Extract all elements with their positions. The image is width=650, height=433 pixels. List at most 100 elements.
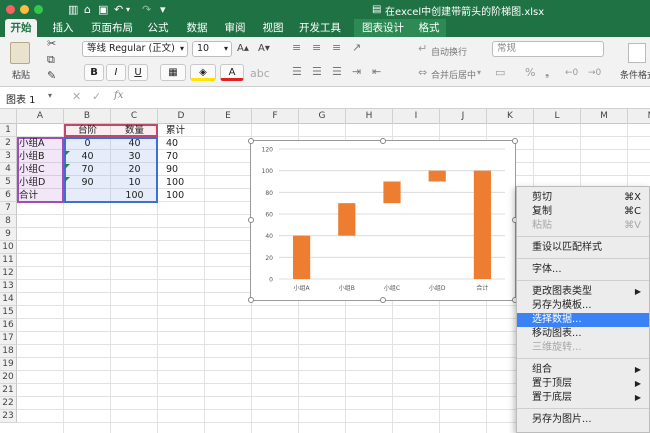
increase-decimal-icon[interactable]: ←0 <box>565 66 578 80</box>
row-header-23[interactable]: 23 <box>0 410 17 423</box>
row-header-20[interactable]: 20 <box>0 371 17 384</box>
row-header-10[interactable]: 10 <box>0 241 17 254</box>
conditional-format-label[interactable]: 条件格式 <box>620 68 650 81</box>
column-header-K[interactable]: K <box>487 109 534 124</box>
menu-item[interactable]: 剪切 ⌘X <box>517 191 649 205</box>
table-cell[interactable]: 40 <box>64 150 111 163</box>
align-middle-icon[interactable]: ≡ <box>312 41 321 55</box>
cancel-icon[interactable]: ✕ <box>72 90 81 103</box>
decrease-decimal-icon[interactable]: →0 <box>588 66 601 80</box>
table-cell[interactable]: 40 <box>166 137 204 150</box>
row-header-13[interactable]: 13 <box>0 280 17 293</box>
menu-item[interactable]: 另存为图片... <box>517 413 649 427</box>
menu-item[interactable]: 移动图表... <box>517 327 649 341</box>
row-header-21[interactable]: 21 <box>0 384 17 397</box>
conditional-format-icon[interactable] <box>628 43 646 63</box>
menu-item[interactable]: 置于底层 ▶ <box>517 391 649 405</box>
tab-1[interactable]: 插入 <box>45 19 81 37</box>
home-icon[interactable]: ⌂ <box>84 3 91 16</box>
indent-icon[interactable]: ⇥ <box>352 65 361 79</box>
cut-icon[interactable]: ✂ <box>47 37 56 51</box>
column-header-C[interactable]: C <box>111 109 158 124</box>
menu-item[interactable]: 选择数据... <box>517 313 649 327</box>
menu-item[interactable]: 更改图表类型 ▶ <box>517 285 649 299</box>
redo-icon[interactable]: ↷ <box>142 3 151 16</box>
row-header-16[interactable]: 16 <box>0 319 17 332</box>
more-icon[interactable]: ▾ <box>160 3 166 16</box>
number-format-select[interactable]: 常规 <box>492 41 604 57</box>
chart-object[interactable]: 0 20 40 60 80 100 120 小组A 小组B 小组C 小组D 合计 <box>250 140 516 301</box>
table-cell[interactable]: 70 <box>166 150 204 163</box>
font-size-select[interactable]: 10 ▾ <box>192 41 232 57</box>
align-top-icon[interactable]: ≡ <box>292 41 301 55</box>
format-painter-icon[interactable]: ✎ <box>47 69 56 83</box>
menu-item[interactable]: 复制 ⌘C <box>517 205 649 219</box>
chart-resize-handle[interactable] <box>512 138 518 144</box>
table-cell[interactable]: 40 <box>111 137 158 150</box>
table-header-cell[interactable] <box>19 124 63 137</box>
menu-item[interactable]: 重设以匹配样式 <box>517 241 649 255</box>
table-cell[interactable]: 90 <box>64 176 111 189</box>
table-cell[interactable]: 小组B <box>19 150 63 163</box>
column-header-B[interactable]: B <box>64 109 111 124</box>
name-box[interactable]: 图表 1 <box>6 91 36 106</box>
chart-resize-handle[interactable] <box>248 217 254 223</box>
table-header-cell[interactable]: 累计 <box>166 124 204 137</box>
table-cell[interactable]: 100 <box>166 189 204 202</box>
table-header-cell[interactable]: 数量 <box>111 124 158 137</box>
tab-0[interactable]: 开始 <box>5 19 37 37</box>
tab-8[interactable]: 图表设计 <box>354 19 412 37</box>
table-header-cell[interactable]: 台阶 <box>64 124 111 137</box>
comma-style-icon[interactable]: ❟ <box>545 66 549 80</box>
zoom-window-button[interactable] <box>34 5 43 14</box>
table-cell[interactable]: 100 <box>111 189 158 202</box>
table-cell[interactable]: 10 <box>111 176 158 189</box>
row-header-8[interactable]: 8 <box>0 215 17 228</box>
row-header-9[interactable]: 9 <box>0 228 17 241</box>
row-header-1[interactable]: 1 <box>0 124 17 137</box>
fill-color-button[interactable]: ◈ <box>190 64 216 81</box>
row-header-7[interactable]: 7 <box>0 202 17 215</box>
table-cell[interactable]: 0 <box>64 137 111 150</box>
tab-5[interactable]: 审阅 <box>218 19 252 37</box>
chart-resize-handle[interactable] <box>248 138 254 144</box>
tab-4[interactable]: 数据 <box>180 19 214 37</box>
table-cell[interactable]: 小组C <box>19 163 63 176</box>
row-header-14[interactable]: 14 <box>0 293 17 306</box>
menu-item[interactable]: 另存为模板... <box>517 299 649 313</box>
sidebar-toggle-icon[interactable]: ▥ <box>68 3 78 16</box>
column-header-H[interactable]: H <box>346 109 393 124</box>
minimize-window-button[interactable] <box>20 5 29 14</box>
menu-item[interactable]: 字体... <box>517 263 649 277</box>
row-header-18[interactable]: 18 <box>0 345 17 358</box>
column-header-A[interactable]: A <box>17 109 64 124</box>
row-header-4[interactable]: 4 <box>0 163 17 176</box>
bold-button[interactable]: B <box>84 64 104 81</box>
tab-6[interactable]: 视图 <box>256 19 290 37</box>
align-bottom-icon[interactable]: ≡ <box>332 41 341 55</box>
column-header-N[interactable]: N <box>628 109 650 124</box>
align-center-icon[interactable]: ☰ <box>312 65 322 79</box>
close-window-button[interactable] <box>6 5 15 14</box>
borders-button[interactable]: ▦ <box>160 64 186 81</box>
phonetic-icon[interactable]: abc <box>250 67 270 81</box>
chart-resize-handle[interactable] <box>380 297 386 303</box>
font-name-select[interactable]: 等线 Regular (正文) ▾ <box>82 41 188 57</box>
font-color-button[interactable]: A <box>220 64 244 81</box>
merge-center-button[interactable]: 合并后居中 <box>431 68 476 81</box>
paste-icon[interactable] <box>10 42 30 64</box>
wrap-text-icon[interactable]: ↵ <box>418 42 427 56</box>
row-header-15[interactable]: 15 <box>0 306 17 319</box>
tab-3[interactable]: 公式 <box>141 19 175 37</box>
underline-button[interactable]: U <box>128 64 148 81</box>
column-header-L[interactable]: L <box>534 109 581 124</box>
copy-icon[interactable]: ⧉ <box>47 53 55 67</box>
row-header-3[interactable]: 3 <box>0 150 17 163</box>
orientation-icon[interactable]: ↗ <box>352 41 361 55</box>
column-header-M[interactable]: M <box>581 109 628 124</box>
table-cell[interactable]: 20 <box>111 163 158 176</box>
column-header-F[interactable]: F <box>252 109 299 124</box>
table-cell[interactable]: 90 <box>166 163 204 176</box>
table-cell[interactable]: 30 <box>111 150 158 163</box>
table-cell[interactable]: 合计 <box>19 189 63 202</box>
